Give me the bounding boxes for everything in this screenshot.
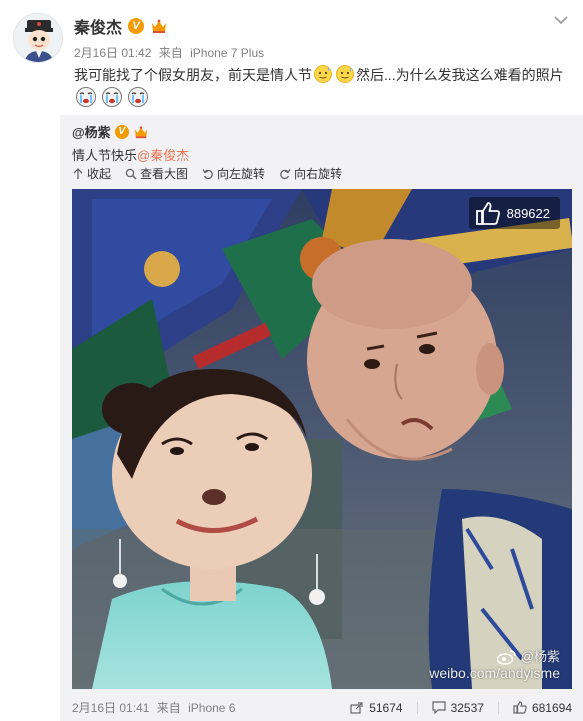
watermark-user: @杨紫	[520, 649, 560, 664]
repost-stats: 51674 32537 681694	[350, 701, 572, 715]
comment-button[interactable]: 32537	[431, 700, 484, 715]
repost-time[interactable]: 2月16日 01:41	[72, 701, 149, 715]
repost-meta: 2月16日 01:41 来自 iPhone 6	[72, 699, 239, 716]
weibo-post: 秦俊杰 V 2月16日 01:42 来自 iPhone 7 Plus 我可能找了…	[0, 0, 583, 721]
photo-toolbar: 收起 查看大图 向左旋转 向右旋转	[72, 165, 342, 182]
photo-watermark: @杨紫 weibo.com/andyisme	[429, 649, 560, 681]
post-photo[interactable]: 889622 @杨紫 weibo.com/andyisme	[72, 189, 572, 689]
author-name[interactable]: 秦俊杰	[74, 14, 122, 38]
rotate-right-label: 向右旋转	[294, 167, 343, 181]
watermark-url: weibo.com/andyisme	[429, 665, 560, 681]
repost-text: 情人节快乐@秦俊杰	[72, 145, 189, 164]
sweat-smile-emoji-icon	[336, 65, 354, 83]
post-text-part1: 我可能找了个假女朋友，前天是情人节	[74, 67, 312, 83]
collapse-button[interactable]: 收起	[72, 165, 111, 182]
repost-count: 51674	[369, 700, 403, 715]
mention-link[interactable]: @秦俊杰	[137, 148, 189, 163]
view-large-button[interactable]: 查看大图	[125, 165, 188, 182]
arrow-up-icon	[73, 167, 83, 179]
post-meta: 2月16日 01:42 来自 iPhone 7 Plus	[74, 44, 268, 61]
crown-icon	[152, 19, 167, 33]
collapse-label: 收起	[87, 167, 112, 181]
post-device[interactable]: iPhone 7 Plus	[190, 46, 264, 60]
share-icon	[350, 702, 363, 714]
author-name-row: 秦俊杰 V	[74, 14, 168, 38]
like-count: 681694	[531, 700, 572, 715]
magnify-icon	[125, 168, 137, 180]
repost-device[interactable]: iPhone 6	[188, 701, 235, 715]
photo-like-count: 889622	[506, 205, 550, 221]
view-large-label: 查看大图	[140, 167, 189, 181]
rotate-right-button[interactable]: 向右旋转	[279, 165, 342, 182]
divider	[416, 701, 418, 714]
comment-count: 32537	[450, 700, 484, 715]
thumbs-up-icon	[513, 701, 527, 714]
crown-icon	[134, 125, 147, 138]
repost-text-body: 情人节快乐	[72, 148, 138, 163]
repost-footer: 2月16日 01:41 来自 iPhone 6 51674 32537 6816…	[72, 699, 572, 716]
cartoon-avatar-icon	[14, 14, 62, 62]
sweat-smile-emoji-icon	[314, 65, 332, 83]
comment-icon	[431, 701, 446, 714]
repost-share-button[interactable]: 51674	[350, 700, 403, 715]
watermark-user-row: @杨紫	[429, 649, 560, 665]
repost-card: @杨紫 V 情人节快乐@秦俊杰 收起 查看大图 向左旋转 向右旋转 889622…	[60, 115, 583, 721]
selfie-photo-illustration	[72, 189, 572, 689]
repost-author-name[interactable]: @杨紫	[72, 122, 111, 141]
rotate-left-label: 向左旋转	[217, 167, 266, 181]
photo-like-badge[interactable]: 889622	[468, 197, 560, 229]
rotate-left-icon	[202, 168, 213, 179]
verified-badge-icon: V	[128, 18, 145, 34]
post-text-part2: 然后...为什么发我这么难看的照片	[356, 67, 564, 83]
author-avatar[interactable]	[13, 13, 63, 63]
verified-badge-icon: V	[114, 124, 129, 139]
crying-face-emoji-icon	[76, 87, 96, 107]
weibo-logo-icon	[496, 650, 516, 665]
post-time[interactable]: 2月16日 01:42	[74, 46, 151, 60]
repost-via-prefix: 来自	[156, 701, 181, 715]
rotate-right-icon	[280, 168, 291, 179]
repost-author-row: @杨紫 V	[72, 122, 149, 141]
thumbs-up-icon	[475, 202, 500, 225]
rotate-left-button[interactable]: 向左旋转	[202, 165, 265, 182]
divider	[497, 701, 499, 714]
crying-face-emoji-icon	[102, 87, 122, 107]
chevron-down-icon[interactable]	[553, 14, 569, 26]
post-via-prefix: 来自	[158, 46, 183, 60]
crying-face-emoji-icon	[128, 87, 148, 107]
post-text: 我可能找了个假女朋友，前天是情人节 然后...为什么发我这么难看的照片	[74, 64, 574, 85]
like-button[interactable]: 681694	[513, 701, 572, 715]
emoji-row	[74, 86, 150, 108]
